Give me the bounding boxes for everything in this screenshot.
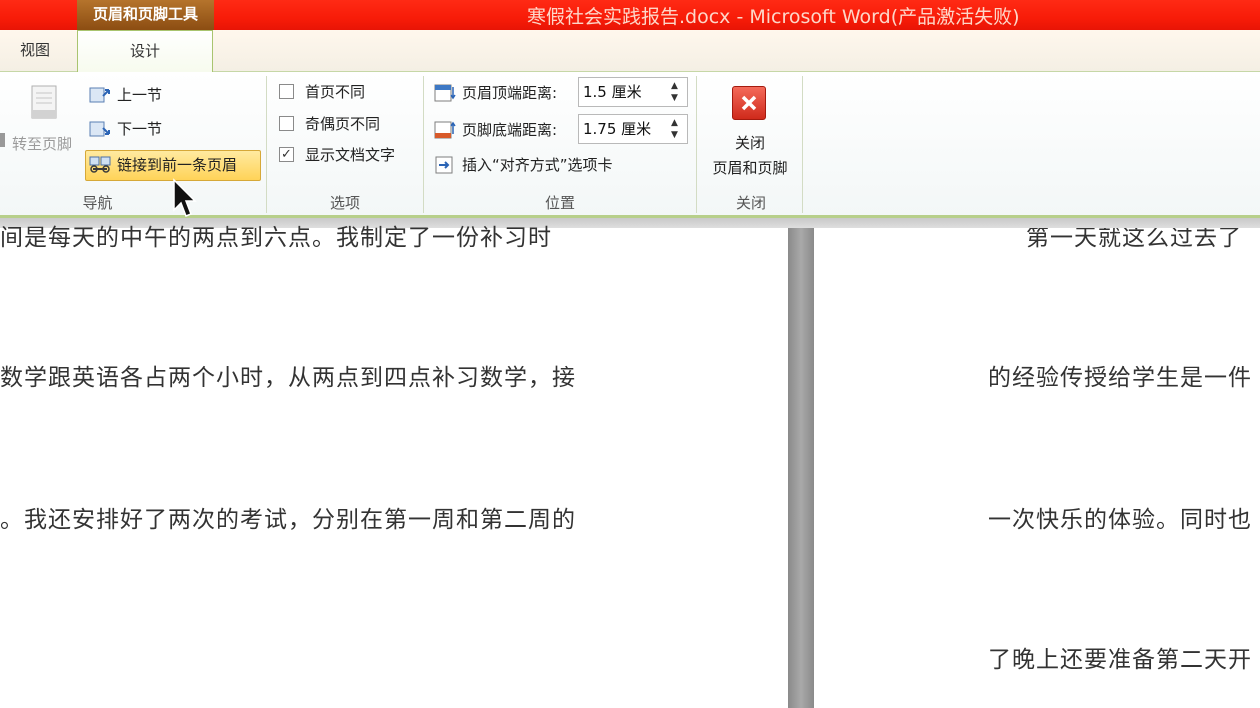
- diff-first-page-label: 首页不同: [305, 83, 366, 101]
- show-doc-text-box[interactable]: ✓: [279, 147, 294, 162]
- mouse-cursor-icon: [172, 178, 198, 220]
- diff-odd-even-label: 奇偶页不同: [305, 115, 381, 133]
- close-header-footer-button[interactable]: 关闭 页眉和页脚: [700, 82, 800, 182]
- footer-distance-value[interactable]: 1.75 厘米: [583, 120, 651, 138]
- diff-first-page-checkbox[interactable]: 首页不同: [279, 81, 365, 102]
- doc-text-line: 一次快乐的体验。同时也: [988, 507, 1252, 533]
- next-section-icon: [89, 119, 111, 139]
- footer-distance-spinner[interactable]: 1.75 厘米 ▲ ▼: [578, 114, 688, 144]
- show-doc-text-label: 显示文档文字: [305, 146, 396, 164]
- next-section-button[interactable]: 下一节: [89, 118, 162, 139]
- footer-distance-label: 页脚底端距离:: [462, 121, 558, 139]
- diff-first-page-box[interactable]: [279, 84, 294, 99]
- diff-odd-even-box[interactable]: [279, 116, 294, 131]
- doc-text-line: 了晚上还要准备第二天开: [988, 647, 1252, 673]
- prev-section-label: 上一节: [117, 86, 163, 104]
- doc-text-line: 数学跟英语各占两个小时，从两点到四点补习数学，接: [0, 365, 576, 391]
- insert-align-tab-label: 插入“对齐方式”选项卡: [462, 156, 613, 174]
- show-doc-text-checkbox[interactable]: ✓ 显示文档文字: [279, 144, 395, 165]
- header-distance-row: 页眉顶端距离:: [434, 82, 557, 103]
- page-gap: [788, 228, 814, 708]
- group-separator: [802, 76, 803, 213]
- group-label-close: 关闭: [735, 194, 766, 212]
- group-label-options: 选项: [329, 194, 360, 212]
- ribbon-tab-row: 视图 设计: [0, 30, 1260, 72]
- insert-align-tab-icon: [434, 155, 456, 175]
- ribbon-clipped-icon: [0, 133, 5, 147]
- diff-odd-even-checkbox[interactable]: 奇偶页不同: [279, 113, 380, 134]
- header-distance-icon: [434, 83, 456, 103]
- doc-text-line: 。我还安排好了两次的考试，分别在第一周和第二周的: [0, 507, 576, 533]
- header-distance-spinner[interactable]: 1.5 厘米 ▲ ▼: [578, 77, 688, 107]
- doc-text-line: 第一天就这么过去了: [1026, 228, 1242, 251]
- group-label-position: 位置: [544, 194, 575, 212]
- link-to-previous-content[interactable]: 链接到前一条页眉: [89, 154, 237, 175]
- tab-design[interactable]: 设计: [77, 30, 213, 72]
- document-page-right[interactable]: 第一天就这么过去了 的经验传授给学生是一件 一次快乐的体验。同时也 了晚上还要准…: [814, 228, 1260, 708]
- link-chain-icon: [89, 155, 111, 175]
- next-section-label: 下一节: [117, 120, 163, 138]
- header-distance-value[interactable]: 1.5 厘米: [583, 83, 642, 101]
- doc-text-line: 的经验传授给学生是一件: [988, 365, 1252, 391]
- group-label-navigation: 导航: [82, 194, 113, 212]
- goto-footer-button[interactable]: 转至页脚: [0, 82, 84, 157]
- header-distance-label: 页眉顶端距离:: [462, 84, 558, 102]
- link-to-previous-label: 链接到前一条页眉: [117, 156, 238, 174]
- window-title: 寒假社会实践报告.docx - Microsoft Word(产品激活失败): [527, 6, 1020, 28]
- tab-view[interactable]: 视图: [0, 30, 70, 70]
- spinner-arrows-icon[interactable]: ▲ ▼: [671, 117, 683, 141]
- goto-footer-label: 转至页脚: [12, 135, 73, 153]
- title-bar: 页眉和页脚工具 寒假社会实践报告.docx - Microsoft Word(产…: [0, 0, 1260, 30]
- goto-footer-icon: [30, 84, 60, 122]
- close-label-line2: 页眉和页脚: [712, 159, 788, 177]
- group-separator: [696, 76, 697, 213]
- insert-align-tab-button[interactable]: 插入“对齐方式”选项卡: [434, 154, 613, 175]
- spinner-arrows-icon[interactable]: ▲ ▼: [671, 80, 683, 104]
- document-page-left[interactable]: 间是每天的中午的两点到六点。我制定了一份补习时 数学跟英语各占两个小时，从两点到…: [0, 225, 788, 708]
- prev-section-button[interactable]: 上一节: [89, 84, 162, 105]
- footer-distance-icon: [434, 120, 456, 140]
- footer-distance-row: 页脚底端距离:: [434, 119, 557, 140]
- close-label-line1: 关闭: [734, 134, 765, 152]
- close-icon: [732, 86, 766, 120]
- context-tool-label: 页眉和页脚工具: [77, 0, 214, 30]
- doc-text-line: 间是每天的中午的两点到六点。我制定了一份补习时: [0, 225, 552, 251]
- prev-section-icon: [89, 85, 111, 105]
